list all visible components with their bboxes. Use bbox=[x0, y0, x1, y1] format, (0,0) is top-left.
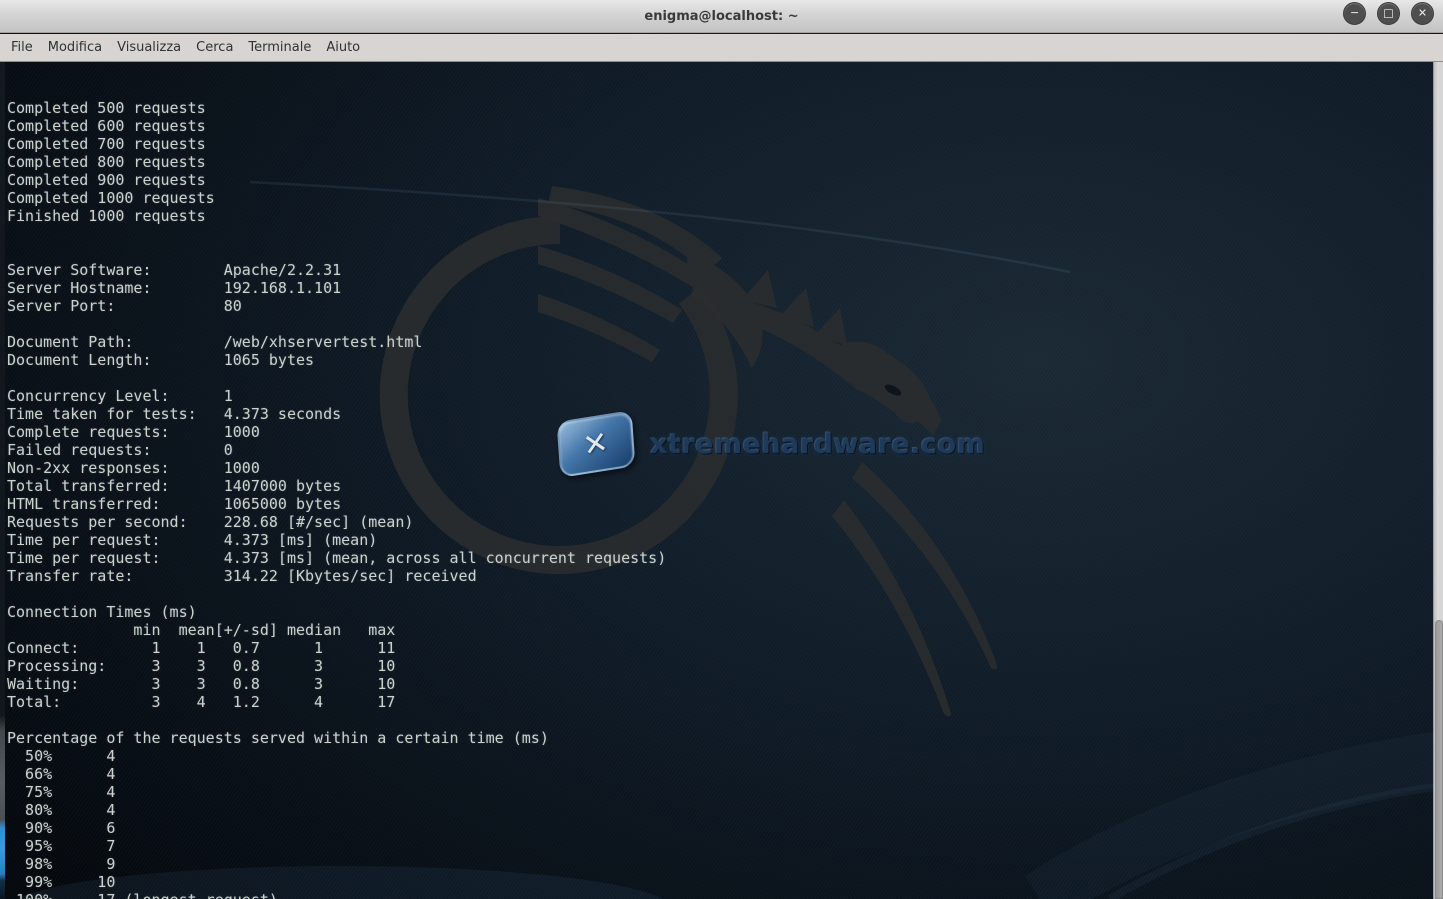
terminal-output-line: Processing: 3 3 0.8 3 10 bbox=[7, 657, 666, 675]
terminal-output-line: Concurrency Level: 1 bbox=[7, 387, 666, 405]
terminal-output-line: 90% 6 bbox=[7, 819, 666, 837]
menu-item-aiuto[interactable]: Aiuto bbox=[325, 38, 361, 57]
terminal-output-line: Completed 800 requests bbox=[7, 153, 666, 171]
menu-item-file[interactable]: File bbox=[10, 38, 34, 57]
terminal-output-line: 50% 4 bbox=[7, 747, 666, 765]
screen: ✕ xtremehardware.com Completed 500 reque… bbox=[0, 0, 1443, 899]
terminal-output-line: Completed 900 requests bbox=[7, 171, 666, 189]
terminal-output-line: 80% 4 bbox=[7, 801, 666, 819]
close-button[interactable]: ✕ bbox=[1411, 2, 1434, 25]
titlebar[interactable]: enigma@localhost: ~ ─ □ ✕ bbox=[0, 0, 1443, 33]
terminal-output-line: 75% 4 bbox=[7, 783, 666, 801]
terminal-output-line: Total transferred: 1407000 bytes bbox=[7, 477, 666, 495]
window-controls: ─ □ ✕ bbox=[1343, 2, 1434, 25]
terminal-output-line: Total: 3 4 1.2 4 17 bbox=[7, 693, 666, 711]
terminal-output-line bbox=[7, 585, 666, 603]
terminal-output-line: Connection Times (ms) bbox=[7, 603, 666, 621]
maximize-button[interactable]: □ bbox=[1377, 2, 1400, 25]
terminal-output-line: 99% 10 bbox=[7, 873, 666, 891]
terminal-output-line bbox=[7, 369, 666, 387]
terminal-output: Completed 500 requestsCompleted 600 requ… bbox=[7, 99, 666, 899]
menu-item-cerca[interactable]: Cerca bbox=[195, 38, 234, 57]
terminal-output-line: Completed 1000 requests bbox=[7, 189, 666, 207]
terminal-output-line: Complete requests: 1000 bbox=[7, 423, 666, 441]
minimize-button[interactable]: ─ bbox=[1343, 2, 1366, 25]
terminal-output-line: 98% 9 bbox=[7, 855, 666, 873]
scrollbar-thumb[interactable] bbox=[1435, 620, 1443, 899]
terminal-output-line: Waiting: 3 3 0.8 3 10 bbox=[7, 675, 666, 693]
terminal-output-line: 66% 4 bbox=[7, 765, 666, 783]
terminal-output-line bbox=[7, 243, 666, 261]
terminal-output-line: Completed 500 requests bbox=[7, 99, 666, 117]
terminal-output-line: Requests per second: 228.68 [#/sec] (mea… bbox=[7, 513, 666, 531]
terminal-output-line: Finished 1000 requests bbox=[7, 207, 666, 225]
window-title: enigma@localhost: ~ bbox=[644, 9, 798, 24]
terminal-output-line: HTML transferred: 1065000 bytes bbox=[7, 495, 666, 513]
menu-item-visualizza[interactable]: Visualizza bbox=[116, 38, 182, 57]
terminal-output-line: Server Hostname: 192.168.1.101 bbox=[7, 279, 666, 297]
terminal-output-line: Server Port: 80 bbox=[7, 297, 666, 315]
terminal-output-line: Document Path: /web/xhservertest.html bbox=[7, 333, 666, 351]
menubar: File Modifica Visualizza Cerca Terminale… bbox=[0, 34, 1443, 62]
terminal-output-line: Completed 600 requests bbox=[7, 117, 666, 135]
terminal-output-line: Time per request: 4.373 [ms] (mean, acro… bbox=[7, 549, 666, 567]
terminal-output-line: 100% 17 (longest request) bbox=[7, 891, 666, 899]
desktop-edge-sliver bbox=[0, 62, 5, 899]
terminal-output-line: Server Software: Apache/2.2.31 bbox=[7, 261, 666, 279]
menu-item-terminale[interactable]: Terminale bbox=[247, 38, 312, 57]
terminal-output-line: Failed requests: 0 bbox=[7, 441, 666, 459]
terminal-output-line: Transfer rate: 314.22 [Kbytes/sec] recei… bbox=[7, 567, 666, 585]
terminal-output-line: Completed 700 requests bbox=[7, 135, 666, 153]
terminal-content[interactable]: Completed 500 requestsCompleted 600 requ… bbox=[0, 62, 1433, 899]
terminal-output-line: Percentage of the requests served within… bbox=[7, 729, 666, 747]
terminal-output-line bbox=[7, 225, 666, 243]
terminal-output-line: Connect: 1 1 0.7 1 11 bbox=[7, 639, 666, 657]
terminal-output-line: Non-2xx responses: 1000 bbox=[7, 459, 666, 477]
terminal-output-line bbox=[7, 711, 666, 729]
terminal-output-line bbox=[7, 315, 666, 333]
terminal-output-line: Document Length: 1065 bytes bbox=[7, 351, 666, 369]
menu-item-modifica[interactable]: Modifica bbox=[47, 38, 103, 57]
terminal-output-line: Time per request: 4.373 [ms] (mean) bbox=[7, 531, 666, 549]
terminal-output-line: Time taken for tests: 4.373 seconds bbox=[7, 405, 666, 423]
terminal-scrollbar[interactable] bbox=[1433, 62, 1443, 899]
terminal-output-line: 95% 7 bbox=[7, 837, 666, 855]
terminal-output-line: min mean[+/-sd] median max bbox=[7, 621, 666, 639]
